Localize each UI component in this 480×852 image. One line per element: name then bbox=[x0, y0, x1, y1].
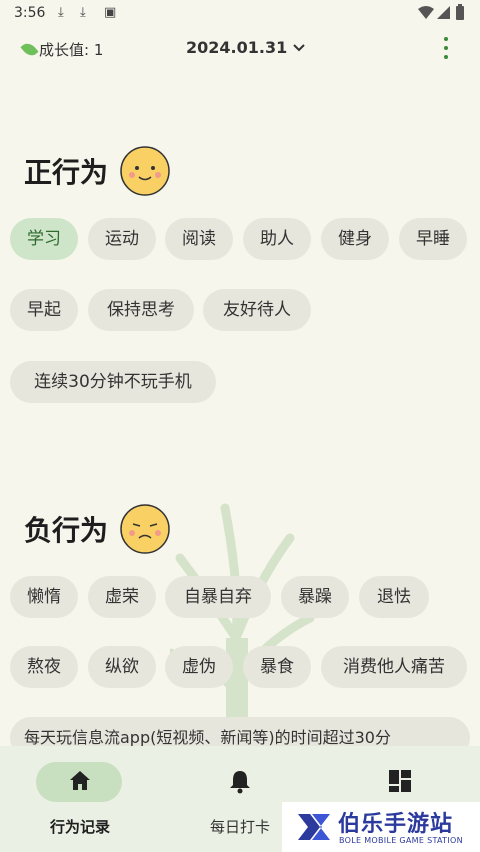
watermark-logo-icon bbox=[298, 814, 330, 840]
growth-value: 成长值: 1 bbox=[20, 39, 104, 60]
chip-positive[interactable]: 阅读 bbox=[165, 218, 233, 260]
chip-positive[interactable]: 早起 bbox=[10, 289, 78, 331]
chip-positive[interactable]: 保持思考 bbox=[88, 289, 194, 331]
top-bar: 成长值: 1 2024.01.31 bbox=[0, 32, 480, 66]
date-label: 2024.01.31 bbox=[186, 38, 288, 57]
chevron-down-icon bbox=[293, 43, 305, 51]
watermark-title: 伯乐手游站 bbox=[338, 812, 454, 837]
sad-face-icon bbox=[120, 504, 170, 554]
chip-positive[interactable]: 友好待人 bbox=[203, 289, 311, 331]
status-bar: 3:56 ⤓ ⤓ ▣ bbox=[0, 0, 480, 26]
watermark-subtitle: BOLE MOBILE GAME STATION bbox=[339, 836, 463, 845]
chip-positive[interactable]: 早睡 bbox=[399, 218, 467, 260]
download-icon: ⤓ bbox=[58, 5, 64, 20]
date-selector[interactable]: 2024.01.31 bbox=[186, 38, 305, 57]
leaf-icon bbox=[20, 40, 39, 59]
dashboard-icon bbox=[389, 770, 411, 792]
wifi-icon bbox=[418, 6, 434, 19]
chip-positive[interactable]: 学习 bbox=[10, 218, 78, 260]
download-icon: ⤓ bbox=[80, 5, 86, 20]
chip-negative[interactable]: 虚荣 bbox=[88, 576, 156, 618]
chip-positive[interactable]: 运动 bbox=[88, 218, 156, 260]
chip-negative[interactable]: 纵欲 bbox=[88, 646, 156, 688]
signal-icon bbox=[437, 6, 450, 19]
growth-label: 成长值: 1 bbox=[39, 41, 104, 59]
negative-section-title: 负行为 bbox=[24, 504, 170, 554]
chip-negative[interactable]: 暴食 bbox=[243, 646, 311, 688]
nav-label-records: 行为记录 bbox=[49, 818, 110, 836]
home-icon bbox=[70, 771, 90, 790]
chip-positive[interactable]: 健身 bbox=[321, 218, 389, 260]
chip-negative[interactable]: 熬夜 bbox=[10, 646, 78, 688]
watermark: 伯乐手游站 BOLE MOBILE GAME STATION bbox=[282, 802, 480, 852]
chip-negative[interactable]: 懒惰 bbox=[10, 576, 78, 618]
battery-icon bbox=[456, 4, 464, 20]
chip-positive[interactable]: 助人 bbox=[243, 218, 311, 260]
negative-title: 负行为 bbox=[24, 514, 109, 547]
chip-negative[interactable]: 退怯 bbox=[359, 576, 429, 618]
smile-face-icon bbox=[120, 146, 170, 196]
chip-negative[interactable]: 暴躁 bbox=[281, 576, 349, 618]
nav-tab-records[interactable]: 行为记录 bbox=[0, 746, 160, 852]
status-time: 3:56 bbox=[14, 5, 46, 21]
chip-negative[interactable]: 虚伪 bbox=[165, 646, 233, 688]
positive-section-title: 正行为 bbox=[24, 146, 170, 196]
chip-negative[interactable]: 自暴自弃 bbox=[165, 576, 271, 618]
more-menu-icon[interactable] bbox=[440, 37, 452, 59]
bell-icon bbox=[230, 771, 250, 794]
chip-negative[interactable]: 消费他人痛苦 bbox=[321, 646, 467, 688]
chip-positive[interactable]: 连续30分钟不玩手机 bbox=[10, 361, 216, 403]
positive-title: 正行为 bbox=[24, 156, 109, 189]
app-notification-icon: ▣ bbox=[104, 5, 117, 20]
